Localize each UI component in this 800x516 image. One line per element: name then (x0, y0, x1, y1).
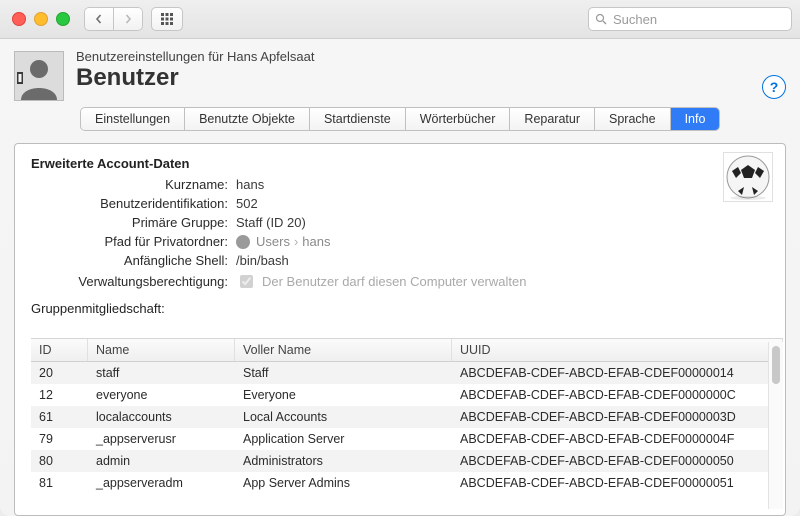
cell-full: Everyone (235, 384, 452, 406)
chevron-right-icon: › (290, 234, 302, 249)
cell-uuid: ABCDEFAB-CDEF-ABCD-EFAB-CDEF0000003D (452, 406, 783, 428)
cell-id: 81 (31, 472, 88, 494)
scrollbar-thumb[interactable] (772, 346, 780, 384)
zoom-window-button[interactable] (56, 12, 70, 26)
value-home-path: Users › hans (236, 234, 769, 249)
col-full[interactable]: Voller Name (235, 339, 452, 362)
search-icon (595, 13, 607, 25)
cell-name: staff (88, 362, 235, 385)
user-picture-icon (723, 152, 773, 202)
col-name[interactable]: Name (88, 339, 235, 362)
cell-full: Administrators (235, 450, 452, 472)
titlebar (0, 0, 800, 39)
table-row[interactable]: 81_appserveradmApp Server AdminsABCDEFAB… (31, 472, 783, 494)
value-primary-group: Staff (ID 20) (236, 215, 769, 230)
table-row[interactable]: 12everyoneEveryoneABCDEFAB-CDEF-ABCD-EFA… (31, 384, 783, 406)
close-window-button[interactable] (12, 12, 26, 26)
tab-startdienste[interactable]: Startdienste (310, 108, 406, 130)
section-title: Erweiterte Account-Daten (31, 156, 769, 171)
value-shell: /bin/bash (236, 253, 769, 268)
prefs-window: Benutzereinstellungen für Hans Apfelsaat… (0, 0, 800, 516)
label-shell: Anfängliche Shell: (31, 253, 236, 268)
window-controls (12, 12, 70, 26)
cell-id: 61 (31, 406, 88, 428)
cell-uuid: ABCDEFAB-CDEF-ABCD-EFAB-CDEF00000051 (452, 472, 783, 494)
label-uid: Benutzeridentifikation: (31, 196, 236, 211)
cell-name: localaccounts (88, 406, 235, 428)
cell-id: 79 (31, 428, 88, 450)
content-panel: Erweiterte Account-Daten Kurzname: hans … (14, 143, 786, 516)
col-id[interactable]: ID (31, 339, 88, 362)
value-admin: Der Benutzer darf diesen Computer verwal… (236, 272, 769, 291)
cell-uuid: ABCDEFAB-CDEF-ABCD-EFAB-CDEF0000004F (452, 428, 783, 450)
account-details: Kurzname: hans Benutzeridentifikation: 5… (31, 177, 769, 291)
cell-uuid: ABCDEFAB-CDEF-ABCD-EFAB-CDEF00000050 (452, 450, 783, 472)
group-membership-title: Gruppenmitgliedschaft: (31, 301, 785, 316)
admin-checkbox (240, 275, 253, 288)
tab-sprache[interactable]: Sprache (595, 108, 671, 130)
cell-id: 12 (31, 384, 88, 406)
tab-einstellungen[interactable]: Einstellungen (81, 108, 185, 130)
table-row[interactable]: 20staffStaffABCDEFAB-CDEF-ABCD-EFAB-CDEF… (31, 362, 783, 385)
tab-woerterbuecher[interactable]: Wörterbücher (406, 108, 511, 130)
label-kurzname: Kurzname: (31, 177, 236, 192)
header-subtitle: Benutzereinstellungen für Hans Apfelsaat (76, 49, 315, 64)
cell-name: everyone (88, 384, 235, 406)
tab-bar: Einstellungen Benutzte Objekte Startdien… (80, 107, 720, 131)
show-all-button[interactable] (151, 7, 183, 31)
tab-info[interactable]: Info (671, 108, 720, 130)
table-header-row: ID Name Voller Name UUID (31, 339, 783, 362)
table-row[interactable]: 80adminAdministratorsABCDEFAB-CDEF-ABCD-… (31, 450, 783, 472)
cell-uuid: ABCDEFAB-CDEF-ABCD-EFAB-CDEF00000014 (452, 362, 783, 385)
groups-table: ID Name Voller Name UUID 20staffStaffABC… (31, 338, 783, 513)
header-texts: Benutzereinstellungen für Hans Apfelsaat… (76, 49, 315, 92)
page-title: Benutzer (76, 64, 315, 92)
label-admin: Verwaltungsberechtigung: (31, 274, 236, 289)
tab-benutzte-objekte[interactable]: Benutzte Objekte (185, 108, 310, 130)
header: Benutzereinstellungen für Hans Apfelsaat… (0, 39, 800, 101)
user-avatar-icon (14, 51, 64, 101)
label-home-path: Pfad für Privatordner: (31, 234, 236, 249)
table-row[interactable]: 61localaccountsLocal AccountsABCDEFAB-CD… (31, 406, 783, 428)
disk-icon (236, 235, 250, 249)
cell-name: admin (88, 450, 235, 472)
cell-full: Local Accounts (235, 406, 452, 428)
label-primary-group: Primäre Gruppe: (31, 215, 236, 230)
search-input[interactable] (611, 11, 765, 28)
breadcrumb-seg-1: Users (256, 234, 290, 249)
breadcrumb-seg-2: hans (302, 234, 330, 249)
table-row[interactable]: 79_appserverusrApplication ServerABCDEFA… (31, 428, 783, 450)
cell-full: Staff (235, 362, 452, 385)
cell-name: _appserveradm (88, 472, 235, 494)
back-button[interactable] (84, 7, 114, 31)
cell-full: Application Server (235, 428, 452, 450)
minimize-window-button[interactable] (34, 12, 48, 26)
help-button[interactable]: ? (762, 75, 786, 99)
nav-buttons (84, 7, 143, 31)
scrollbar[interactable] (768, 342, 783, 509)
cell-uuid: ABCDEFAB-CDEF-ABCD-EFAB-CDEF0000000C (452, 384, 783, 406)
cell-id: 20 (31, 362, 88, 385)
col-uuid[interactable]: UUID (452, 339, 783, 362)
tab-reparatur[interactable]: Reparatur (510, 108, 595, 130)
cell-id: 80 (31, 450, 88, 472)
value-uid: 502 (236, 196, 769, 211)
admin-text: Der Benutzer darf diesen Computer verwal… (262, 274, 526, 289)
forward-button[interactable] (114, 7, 143, 31)
cell-name: _appserverusr (88, 428, 235, 450)
search-field[interactable] (588, 7, 792, 31)
cell-full: App Server Admins (235, 472, 452, 494)
value-kurzname: hans (236, 177, 769, 192)
